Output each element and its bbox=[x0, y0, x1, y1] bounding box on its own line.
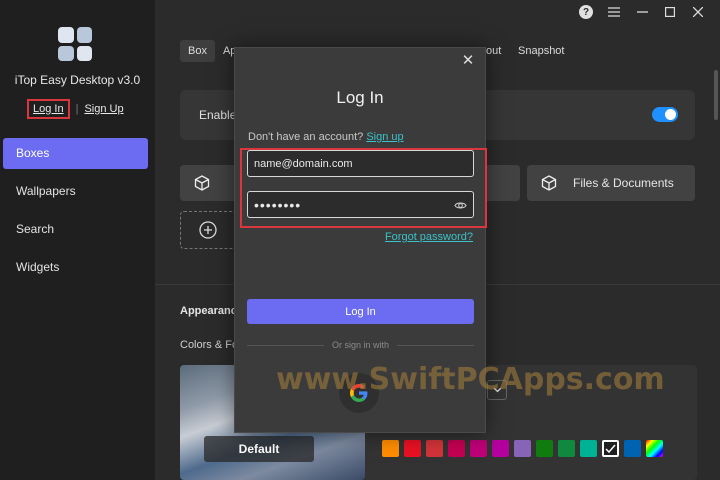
colors-label: Colors & Fo bbox=[180, 339, 239, 351]
or-divider: Or sign in with bbox=[247, 340, 474, 350]
no-account-text: Don't have an account? Sign up bbox=[248, 131, 404, 143]
color-swatch[interactable] bbox=[470, 440, 487, 457]
forgot-password-link[interactable]: Forgot password? bbox=[385, 231, 473, 243]
color-swatch[interactable] bbox=[404, 440, 421, 457]
sidebar: iTop Easy Desktop v3.0 Log In | Sign Up … bbox=[0, 0, 155, 480]
window-controls: ? bbox=[574, 0, 720, 24]
sidebar-item-boxes[interactable]: Boxes bbox=[3, 138, 148, 169]
email-field[interactable]: name@domain.com bbox=[247, 150, 474, 177]
password-value: •••••••• bbox=[254, 196, 302, 213]
color-swatch[interactable] bbox=[492, 440, 509, 457]
cube-icon bbox=[541, 175, 557, 191]
login-button[interactable]: Log In bbox=[247, 299, 474, 324]
tab-snapshot[interactable]: Snapshot bbox=[518, 45, 564, 57]
color-swatch[interactable] bbox=[602, 440, 619, 457]
color-swatch[interactable] bbox=[580, 440, 597, 457]
plus-circle-icon bbox=[199, 221, 217, 239]
color-swatches bbox=[382, 440, 663, 457]
files-documents-button[interactable]: Files & Documents bbox=[527, 165, 695, 201]
signup-link[interactable]: Sign Up bbox=[84, 103, 123, 115]
maximize-icon[interactable] bbox=[658, 0, 682, 24]
color-swatch[interactable] bbox=[382, 440, 399, 457]
app-logo-icon bbox=[58, 27, 92, 61]
color-swatch[interactable] bbox=[448, 440, 465, 457]
cube-icon bbox=[194, 175, 210, 191]
sidebar-item-wallpapers[interactable]: Wallpapers bbox=[3, 176, 148, 207]
menu-icon[interactable] bbox=[602, 0, 626, 24]
signup-link-dialog[interactable]: Sign up bbox=[366, 131, 403, 143]
sidebar-item-widgets[interactable]: Widgets bbox=[3, 252, 148, 283]
app-title: iTop Easy Desktop v3.0 bbox=[14, 73, 141, 87]
auth-separator: | bbox=[75, 103, 79, 115]
color-swatch[interactable] bbox=[536, 440, 553, 457]
close-icon[interactable]: ✕ bbox=[460, 53, 476, 69]
close-icon[interactable] bbox=[686, 0, 710, 24]
box-button[interactable] bbox=[180, 165, 240, 201]
add-box-button[interactable] bbox=[180, 211, 236, 249]
color-swatch[interactable] bbox=[426, 440, 443, 457]
dialog-title: Log In bbox=[336, 88, 384, 107]
login-link[interactable]: Log In bbox=[27, 99, 70, 119]
help-icon[interactable]: ? bbox=[574, 0, 598, 24]
watermark-text: www.SwiftPCApps.com bbox=[276, 362, 665, 397]
sidebar-item-search[interactable]: Search bbox=[3, 214, 148, 245]
tab-box[interactable]: Box bbox=[180, 40, 215, 62]
minimize-icon[interactable] bbox=[630, 0, 654, 24]
color-swatch[interactable] bbox=[558, 440, 575, 457]
help-glyph: ? bbox=[579, 5, 593, 19]
files-documents-label: Files & Documents bbox=[573, 176, 674, 190]
sidebar-nav: Boxes Wallpapers Search Widgets bbox=[3, 138, 148, 290]
color-swatch[interactable] bbox=[646, 440, 663, 457]
eye-icon[interactable] bbox=[454, 199, 467, 212]
color-swatch[interactable] bbox=[514, 440, 531, 457]
preview-label: Default bbox=[204, 436, 314, 462]
no-account-label: Don't have an account? bbox=[248, 131, 364, 143]
enable-toggle[interactable] bbox=[652, 107, 678, 122]
auth-links: Log In | Sign Up bbox=[27, 99, 124, 119]
scrollbar[interactable] bbox=[714, 70, 718, 120]
or-text: Or sign in with bbox=[331, 340, 390, 350]
tab-about[interactable]: out bbox=[486, 45, 501, 57]
color-swatch[interactable] bbox=[624, 440, 641, 457]
password-field[interactable]: •••••••• bbox=[247, 191, 474, 218]
enable-label: Enable bbox=[199, 108, 237, 122]
